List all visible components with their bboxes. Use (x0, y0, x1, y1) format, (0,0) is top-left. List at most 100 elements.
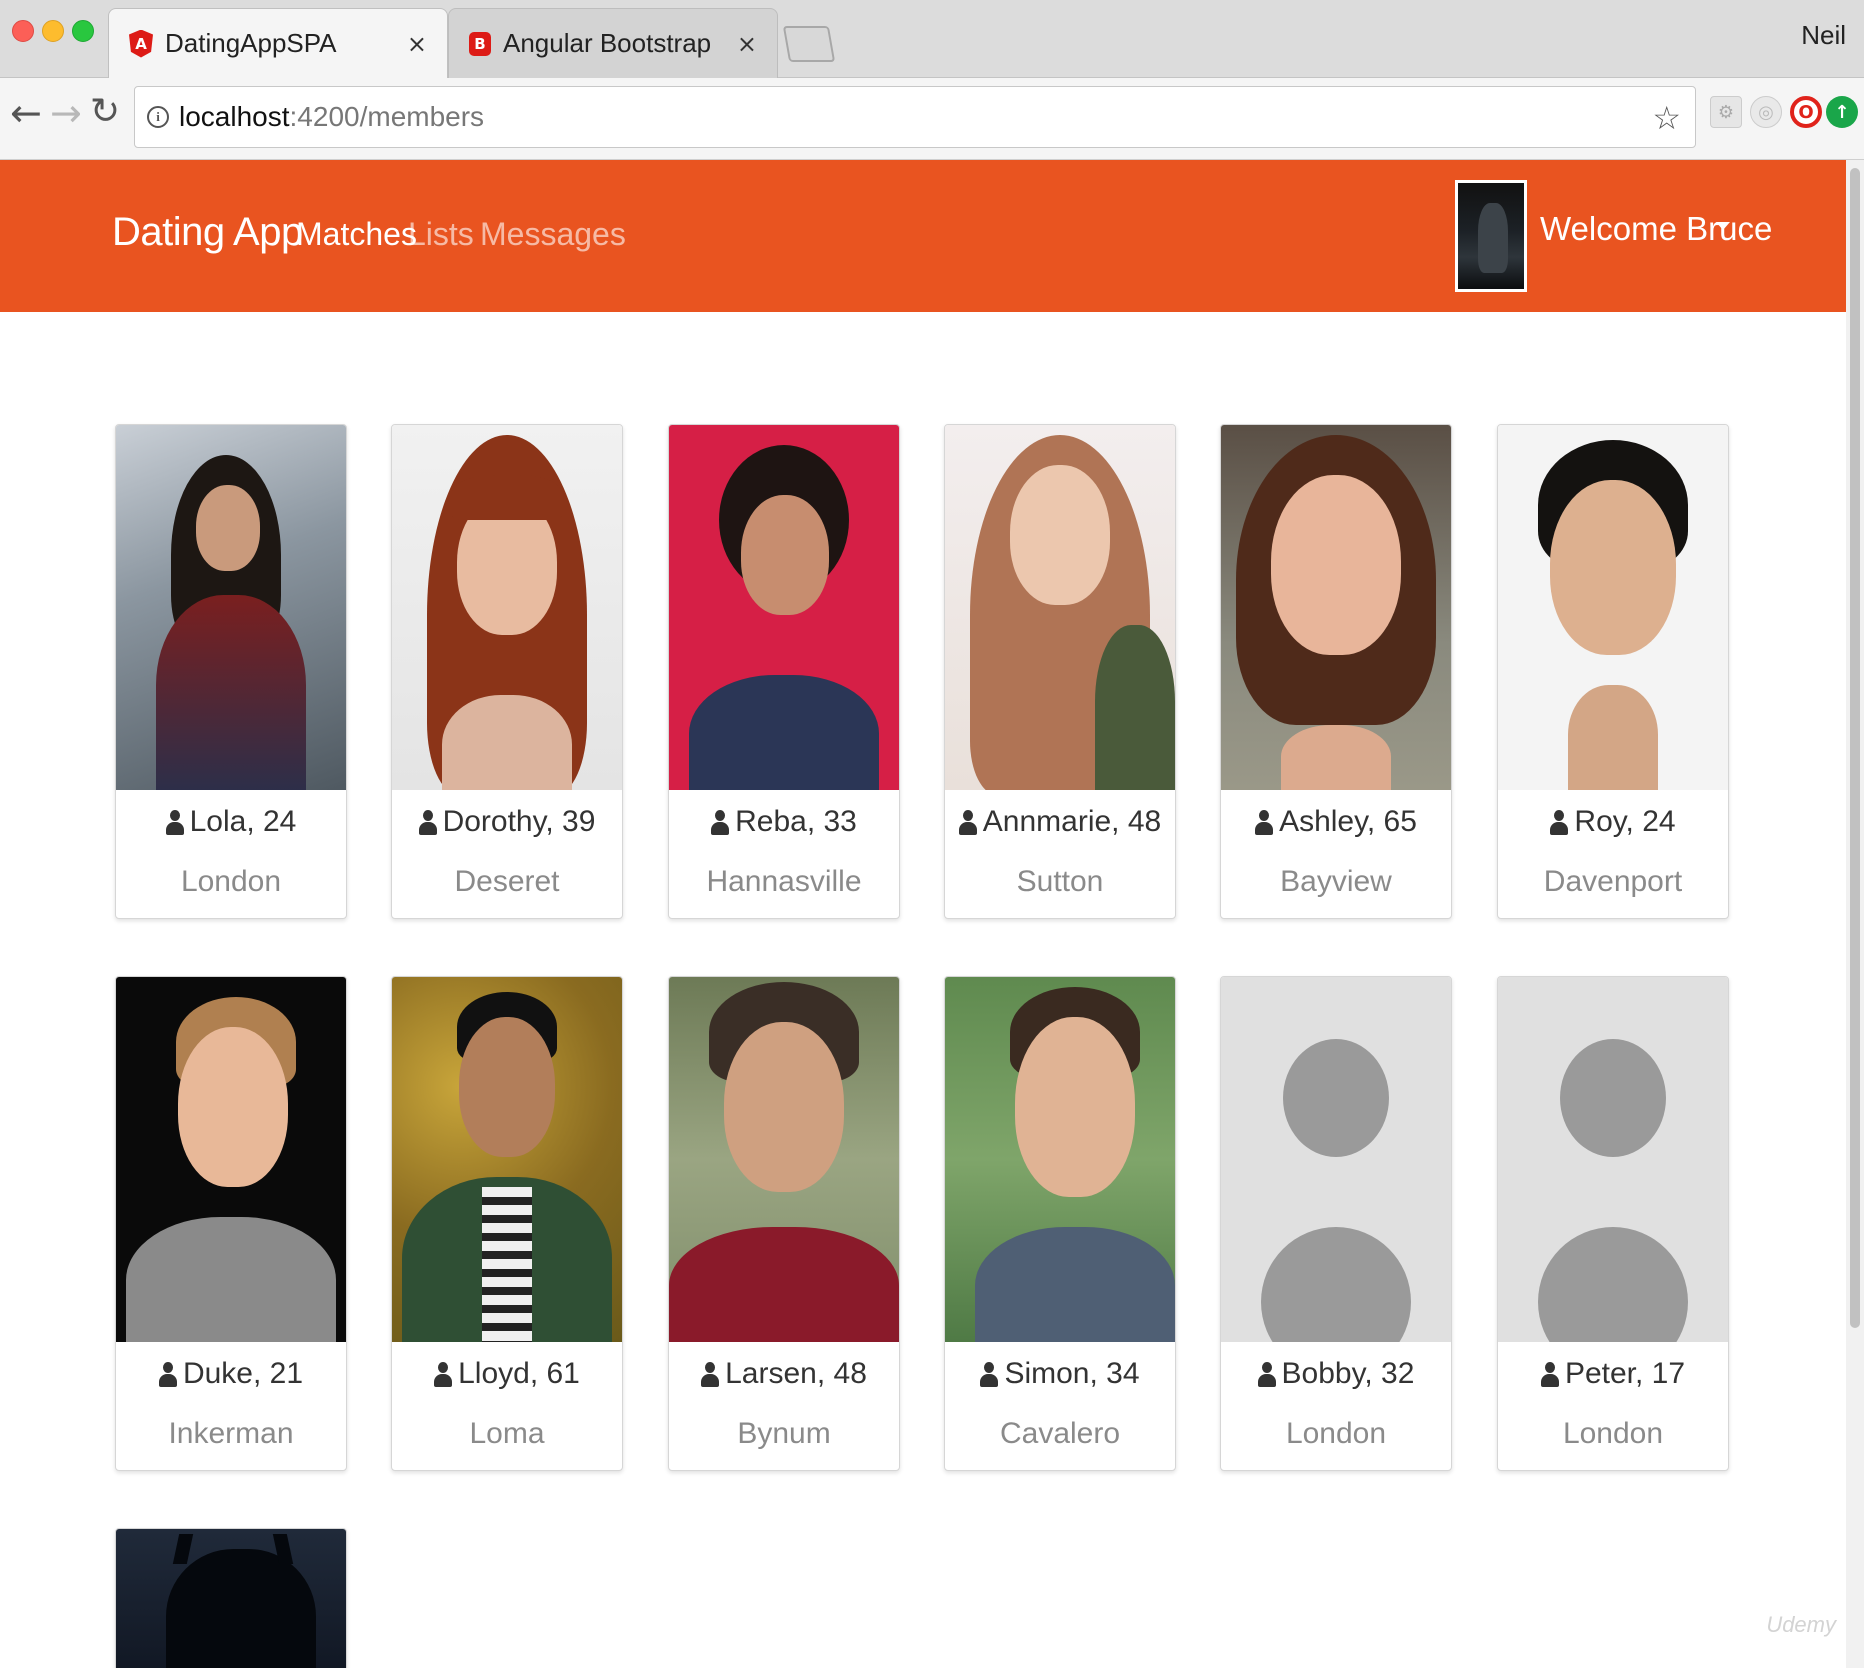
browser-tabstrip: A DatingAppSPA × B Angular Bootstrap × N… (0, 0, 1864, 78)
udemy-watermark-logo: Udemy (1766, 1612, 1836, 1637)
member-photo (669, 977, 899, 1342)
member-name: Peter, 17 (1498, 1357, 1728, 1391)
browser-toolbar: ← → ↻ i localhost:4200/members ☆ (0, 78, 1864, 160)
browser-profile-name[interactable]: Neil (1801, 20, 1846, 51)
member-city: Sutton (1016, 865, 1104, 898)
member-name-text: Annmarie, 48 (982, 805, 1162, 838)
back-arrow-icon[interactable]: ← (10, 94, 42, 132)
member-name: Reba, 33 (669, 805, 899, 839)
user-icon (958, 808, 977, 836)
member-city: London (1285, 1417, 1387, 1450)
user-icon (434, 1360, 453, 1388)
member-city: Hannasville (706, 865, 862, 898)
member-name-text: Reba, 33 (735, 805, 857, 838)
member-city: Loma (469, 1417, 545, 1450)
member-card[interactable]: Lloyd, 61 Loma (391, 976, 623, 1471)
upload-extension-icon[interactable]: ↑ (1826, 96, 1858, 128)
user-icon (418, 808, 437, 836)
member-name: Simon, 34 (945, 1357, 1175, 1391)
page-scrollbar[interactable] (1846, 160, 1864, 1668)
user-icon (980, 1360, 999, 1388)
member-card[interactable]: Dorothy, 39 Deseret (391, 424, 623, 919)
url-path: :4200/members (289, 101, 485, 132)
member-photo (116, 977, 346, 1342)
member-city: Cavalero (999, 1417, 1121, 1450)
member-photo (116, 425, 346, 790)
member-photo (1498, 425, 1728, 790)
member-name-text: Bobby, 32 (1281, 1357, 1415, 1390)
member-card[interactable]: Lola, 24 London (115, 424, 347, 919)
chevron-down-icon[interactable] (1716, 222, 1730, 230)
nav-link-matches[interactable]: Matches (296, 216, 417, 253)
member-photo-placeholder (1221, 977, 1451, 1342)
member-name: Annmarie, 48 (945, 805, 1175, 839)
member-card[interactable]: Roy, 24 Davenport (1497, 424, 1729, 919)
default-avatar-icon (1283, 1039, 1389, 1157)
member-card[interactable]: Annmarie, 48 Sutton (944, 424, 1176, 919)
member-name-text: Dorothy, 39 (442, 805, 596, 838)
user-icon (1255, 808, 1274, 836)
member-card[interactable]: Peter, 17 London (1497, 976, 1729, 1471)
minimize-window-button[interactable] (42, 20, 64, 42)
member-photo (1221, 425, 1451, 790)
app-navbar: Dating App Matches Lists Messages Welcom… (0, 160, 1846, 312)
member-city: Davenport (1543, 865, 1683, 898)
member-card[interactable]: Ashley, 65 Bayview (1220, 424, 1452, 919)
member-name-text: Lola, 24 (189, 805, 297, 838)
welcome-dropdown-toggle[interactable]: Welcome Bruce (1540, 210, 1772, 248)
member-card[interactable]: Duke, 21 Inkerman (115, 976, 347, 1471)
nav-link-lists[interactable]: Lists (408, 216, 474, 253)
member-card[interactable]: Reba, 33 Hannasville (668, 424, 900, 919)
close-tab-icon[interactable]: × (407, 30, 427, 58)
member-city: Bynum (737, 1417, 831, 1450)
member-photo (116, 1529, 346, 1668)
member-city: London (1562, 1417, 1664, 1450)
user-icon (158, 1360, 177, 1388)
member-card[interactable]: Bobby, 32 London (1220, 976, 1452, 1471)
member-name: Dorothy, 39 (392, 805, 622, 839)
member-name-text: Simon, 34 (1004, 1357, 1140, 1390)
member-city: London (180, 865, 282, 898)
bookmark-star-icon[interactable]: ☆ (1652, 99, 1681, 137)
member-card[interactable]: Larsen, 48 Bynum (668, 976, 900, 1471)
default-avatar-icon (1560, 1039, 1666, 1157)
info-icon[interactable]: i (147, 106, 169, 128)
opera-extension-icon[interactable]: O (1790, 96, 1822, 128)
extension-icon[interactable]: ⚙ (1710, 96, 1742, 128)
member-card[interactable]: Simon, 34 Cavalero (944, 976, 1176, 1471)
member-name-text: Peter, 17 (1564, 1357, 1686, 1390)
extension-icon[interactable]: ◎ (1750, 96, 1782, 128)
member-city: Bayview (1280, 865, 1392, 898)
close-window-button[interactable] (12, 20, 34, 42)
maximize-window-button[interactable] (72, 20, 94, 42)
member-city: Deseret (454, 865, 560, 898)
member-photo (392, 977, 622, 1342)
brand-link[interactable]: Dating App (112, 210, 303, 255)
forward-arrow-icon[interactable]: → (50, 94, 82, 132)
new-tab-button[interactable] (782, 26, 836, 62)
user-icon (165, 808, 184, 836)
user-avatar[interactable] (1455, 180, 1527, 292)
angular-icon: A (129, 29, 153, 58)
user-icon (1257, 1360, 1276, 1388)
member-name: Lola, 24 (116, 805, 346, 839)
nav-link-messages[interactable]: Messages (480, 216, 626, 253)
user-icon (1550, 808, 1569, 836)
member-card[interactable] (115, 1528, 347, 1668)
scrollbar-thumb[interactable] (1850, 168, 1860, 1328)
url-host: localhost (179, 101, 290, 132)
browser-tab-angular-bootstrap[interactable]: B Angular Bootstrap × (448, 8, 778, 78)
close-tab-icon[interactable]: × (737, 30, 757, 58)
member-city: Inkerman (168, 1417, 294, 1450)
user-icon (711, 808, 730, 836)
member-name-text: Ashley, 65 (1279, 805, 1417, 838)
member-name: Larsen, 48 (669, 1357, 899, 1391)
member-name: Ashley, 65 (1221, 805, 1451, 839)
member-photo-placeholder (1498, 977, 1728, 1342)
member-name-text: Lloyd, 61 (458, 1357, 580, 1390)
reload-icon[interactable]: ↻ (90, 94, 120, 130)
address-bar[interactable]: i localhost:4200/members ☆ (134, 86, 1696, 148)
member-name-text: Roy, 24 (1574, 805, 1676, 838)
browser-tab-datingappspa[interactable]: A DatingAppSPA × (108, 8, 448, 78)
member-photo (945, 425, 1175, 790)
